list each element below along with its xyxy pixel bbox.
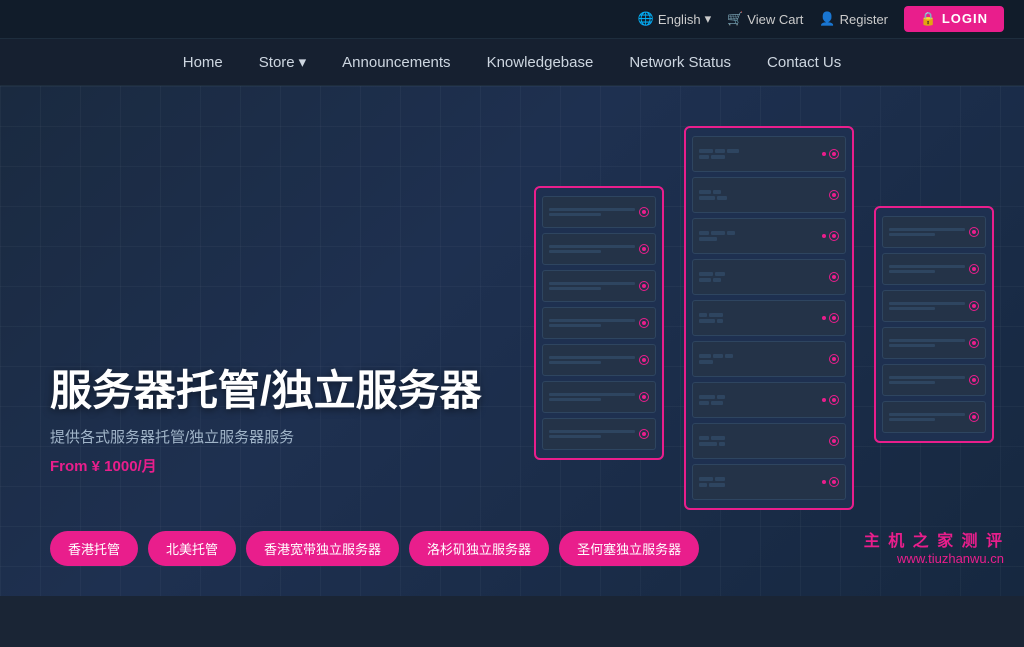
nav-network-status[interactable]: Network Status: [629, 54, 731, 71]
server-indicator: [969, 264, 979, 274]
language-selector[interactable]: 🌐 English ▾: [638, 11, 711, 27]
main-nav: Home Store ▾ Announcements Knowledgebase…: [0, 39, 1024, 86]
cat-sanjose-server[interactable]: 圣何塞独立服务器: [559, 531, 699, 566]
server-unit: [542, 344, 656, 376]
nav-home[interactable]: Home: [183, 54, 223, 71]
server-unit: [882, 290, 986, 322]
user-icon: 👤: [819, 11, 835, 27]
rack-center: [684, 126, 854, 510]
register-link[interactable]: 👤 Register: [819, 11, 888, 27]
server-indicator: [639, 429, 649, 439]
cart-icon: 🛒: [727, 11, 743, 27]
hero-subtitle: 提供各式服务器托管/独立服务器服务: [50, 426, 482, 447]
server-indicator: [639, 207, 649, 217]
server-unit: [542, 418, 656, 450]
server-unit: [692, 136, 846, 172]
watermark: 主 机 之 家 测 评 www.tiuzhanwu.cn: [864, 527, 1004, 566]
server-indicator: [829, 272, 839, 282]
server-unit: [692, 464, 846, 500]
server-indicator: [639, 318, 649, 328]
server-unit: [882, 216, 986, 248]
server-unit: [882, 253, 986, 285]
server-indicator: [829, 436, 839, 446]
category-buttons: 香港托管 北美托管 香港宽带独立服务器 洛杉矶独立服务器 圣何塞独立服务器: [50, 531, 699, 566]
server-unit: [692, 341, 846, 377]
racks-container: [534, 126, 994, 510]
server-indicator: [639, 281, 649, 291]
server-unit: [882, 401, 986, 433]
server-indicator: [829, 149, 839, 159]
server-unit: [542, 233, 656, 265]
cat-hongkong-broadband[interactable]: 香港宽带独立服务器: [246, 531, 399, 566]
server-unit: [692, 382, 846, 418]
server-indicator: [829, 477, 839, 487]
server-unit: [542, 381, 656, 413]
server-indicator: [969, 338, 979, 348]
watermark-line2: www.tiuzhanwu.cn: [864, 551, 1004, 566]
server-unit: [692, 259, 846, 295]
server-unit: [542, 270, 656, 302]
server-unit: [692, 177, 846, 213]
server-unit: [542, 196, 656, 228]
watermark-line1: 主 机 之 家 测 评: [864, 527, 1004, 551]
nav-knowledgebase[interactable]: Knowledgebase: [487, 54, 594, 71]
server-indicator: [829, 354, 839, 364]
server-unit: [542, 307, 656, 339]
server-indicator: [829, 190, 839, 200]
globe-icon: 🌐: [638, 11, 654, 27]
hero-price: From ¥ 1000/月: [50, 455, 482, 476]
server-unit: [692, 218, 846, 254]
server-indicator: [639, 355, 649, 365]
server-indicator: [829, 313, 839, 323]
nav-contact-us[interactable]: Contact Us: [767, 54, 841, 71]
cat-northamerica-hosting[interactable]: 北美托管: [148, 531, 236, 566]
lock-icon: 🔒: [920, 11, 937, 26]
server-unit: [882, 327, 986, 359]
server-unit: [692, 423, 846, 459]
rack-right: [874, 206, 994, 443]
server-indicator: [969, 301, 979, 311]
server-indicator: [969, 375, 979, 385]
server-indicator: [639, 244, 649, 254]
server-indicator: [969, 227, 979, 237]
chevron-down-icon: ▾: [299, 53, 307, 71]
hero-content: 服务器托管/独立服务器 提供各式服务器托管/独立服务器服务 From ¥ 100…: [50, 368, 482, 476]
cat-losangeles-server[interactable]: 洛杉矶独立服务器: [409, 531, 549, 566]
server-indicator: [639, 392, 649, 402]
nav-store[interactable]: Store ▾: [259, 53, 306, 71]
rack-left: [534, 186, 664, 460]
hero-title: 服务器托管/独立服务器: [50, 368, 482, 414]
cat-hongkong-hosting[interactable]: 香港托管: [50, 531, 138, 566]
dropdown-icon: ▾: [705, 11, 712, 27]
view-cart-link[interactable]: 🛒 View Cart: [727, 11, 803, 27]
top-bar: 🌐 English ▾ 🛒 View Cart 👤 Register 🔒 LOG…: [0, 0, 1024, 39]
nav-announcements[interactable]: Announcements: [342, 54, 450, 71]
server-indicator: [829, 395, 839, 405]
hero-section: 服务器托管/独立服务器 提供各式服务器托管/独立服务器服务 From ¥ 100…: [0, 86, 1024, 596]
server-indicator: [969, 412, 979, 422]
server-unit: [692, 300, 846, 336]
server-unit: [882, 364, 986, 396]
server-indicator: [829, 231, 839, 241]
login-button[interactable]: 🔒 LOGIN: [904, 6, 1004, 32]
